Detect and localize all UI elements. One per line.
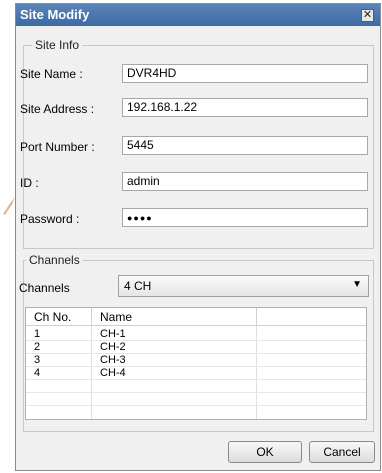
id-label: ID : <box>20 176 39 190</box>
table-row[interactable]: 3 CH-3 <box>26 354 366 367</box>
password-field[interactable]: ●●●● <box>122 208 368 227</box>
ch-no-cell: 4 <box>34 367 41 379</box>
column-header-name[interactable]: Name <box>92 308 257 326</box>
close-button[interactable]: ✕ <box>361 9 374 22</box>
ch-no-cell: 1 <box>34 328 41 340</box>
dialog-title: Site Modify <box>20 7 90 22</box>
channels-select[interactable]: 4 CH ▼ <box>118 275 369 297</box>
table-row-empty <box>26 380 366 393</box>
channels-legend: Channels <box>26 253 83 267</box>
channels-table: Ch No. Name 1 CH-1 2 CH-2 3 CH-3 4 CH-4 <box>25 307 367 420</box>
column-header-empty <box>257 308 366 326</box>
table-row[interactable]: 2 CH-2 <box>26 341 366 354</box>
channels-selected-value: 4 CH <box>124 279 152 293</box>
site-name-field[interactable]: DVR4HD <box>122 64 368 83</box>
title-bar: Site Modify ✕ <box>16 4 380 26</box>
port-number-label: Port Number : <box>20 140 95 154</box>
site-address-field[interactable]: 192.168.1.22 <box>122 98 368 117</box>
pencil-icon <box>3 197 15 215</box>
site-name-label: Site Name : <box>20 67 83 81</box>
table-row[interactable]: 1 CH-1 <box>26 328 366 341</box>
screen: Site Modify ✕ Site Info Site Name : DVR4… <box>0 0 382 473</box>
site-info-legend: Site Info <box>32 38 83 52</box>
ch-name-cell: CH-4 <box>100 367 126 379</box>
port-number-field[interactable]: 5445 <box>122 136 368 155</box>
site-modify-dialog: Site Modify ✕ Site Info Site Name : DVR4… <box>15 3 381 471</box>
ch-no-cell: 3 <box>34 354 41 366</box>
site-address-label: Site Address : <box>20 102 95 116</box>
channels-label: Channels <box>19 281 70 295</box>
table-row-empty <box>26 406 366 419</box>
password-label: Password : <box>20 212 80 226</box>
column-header-ch-no[interactable]: Ch No. <box>26 308 92 326</box>
ch-name-cell: CH-3 <box>100 354 126 366</box>
close-icon: ✕ <box>362 9 373 21</box>
ch-name-cell: CH-2 <box>100 341 126 353</box>
table-row-empty <box>26 393 366 406</box>
ok-button[interactable]: OK <box>228 441 302 463</box>
id-field[interactable]: admin <box>122 172 368 191</box>
ch-name-cell: CH-1 <box>100 328 126 340</box>
chevron-down-icon: ▼ <box>352 279 362 290</box>
table-row[interactable]: 4 CH-4 <box>26 367 366 380</box>
cancel-button[interactable]: Cancel <box>309 441 375 463</box>
ch-no-cell: 2 <box>34 341 41 353</box>
